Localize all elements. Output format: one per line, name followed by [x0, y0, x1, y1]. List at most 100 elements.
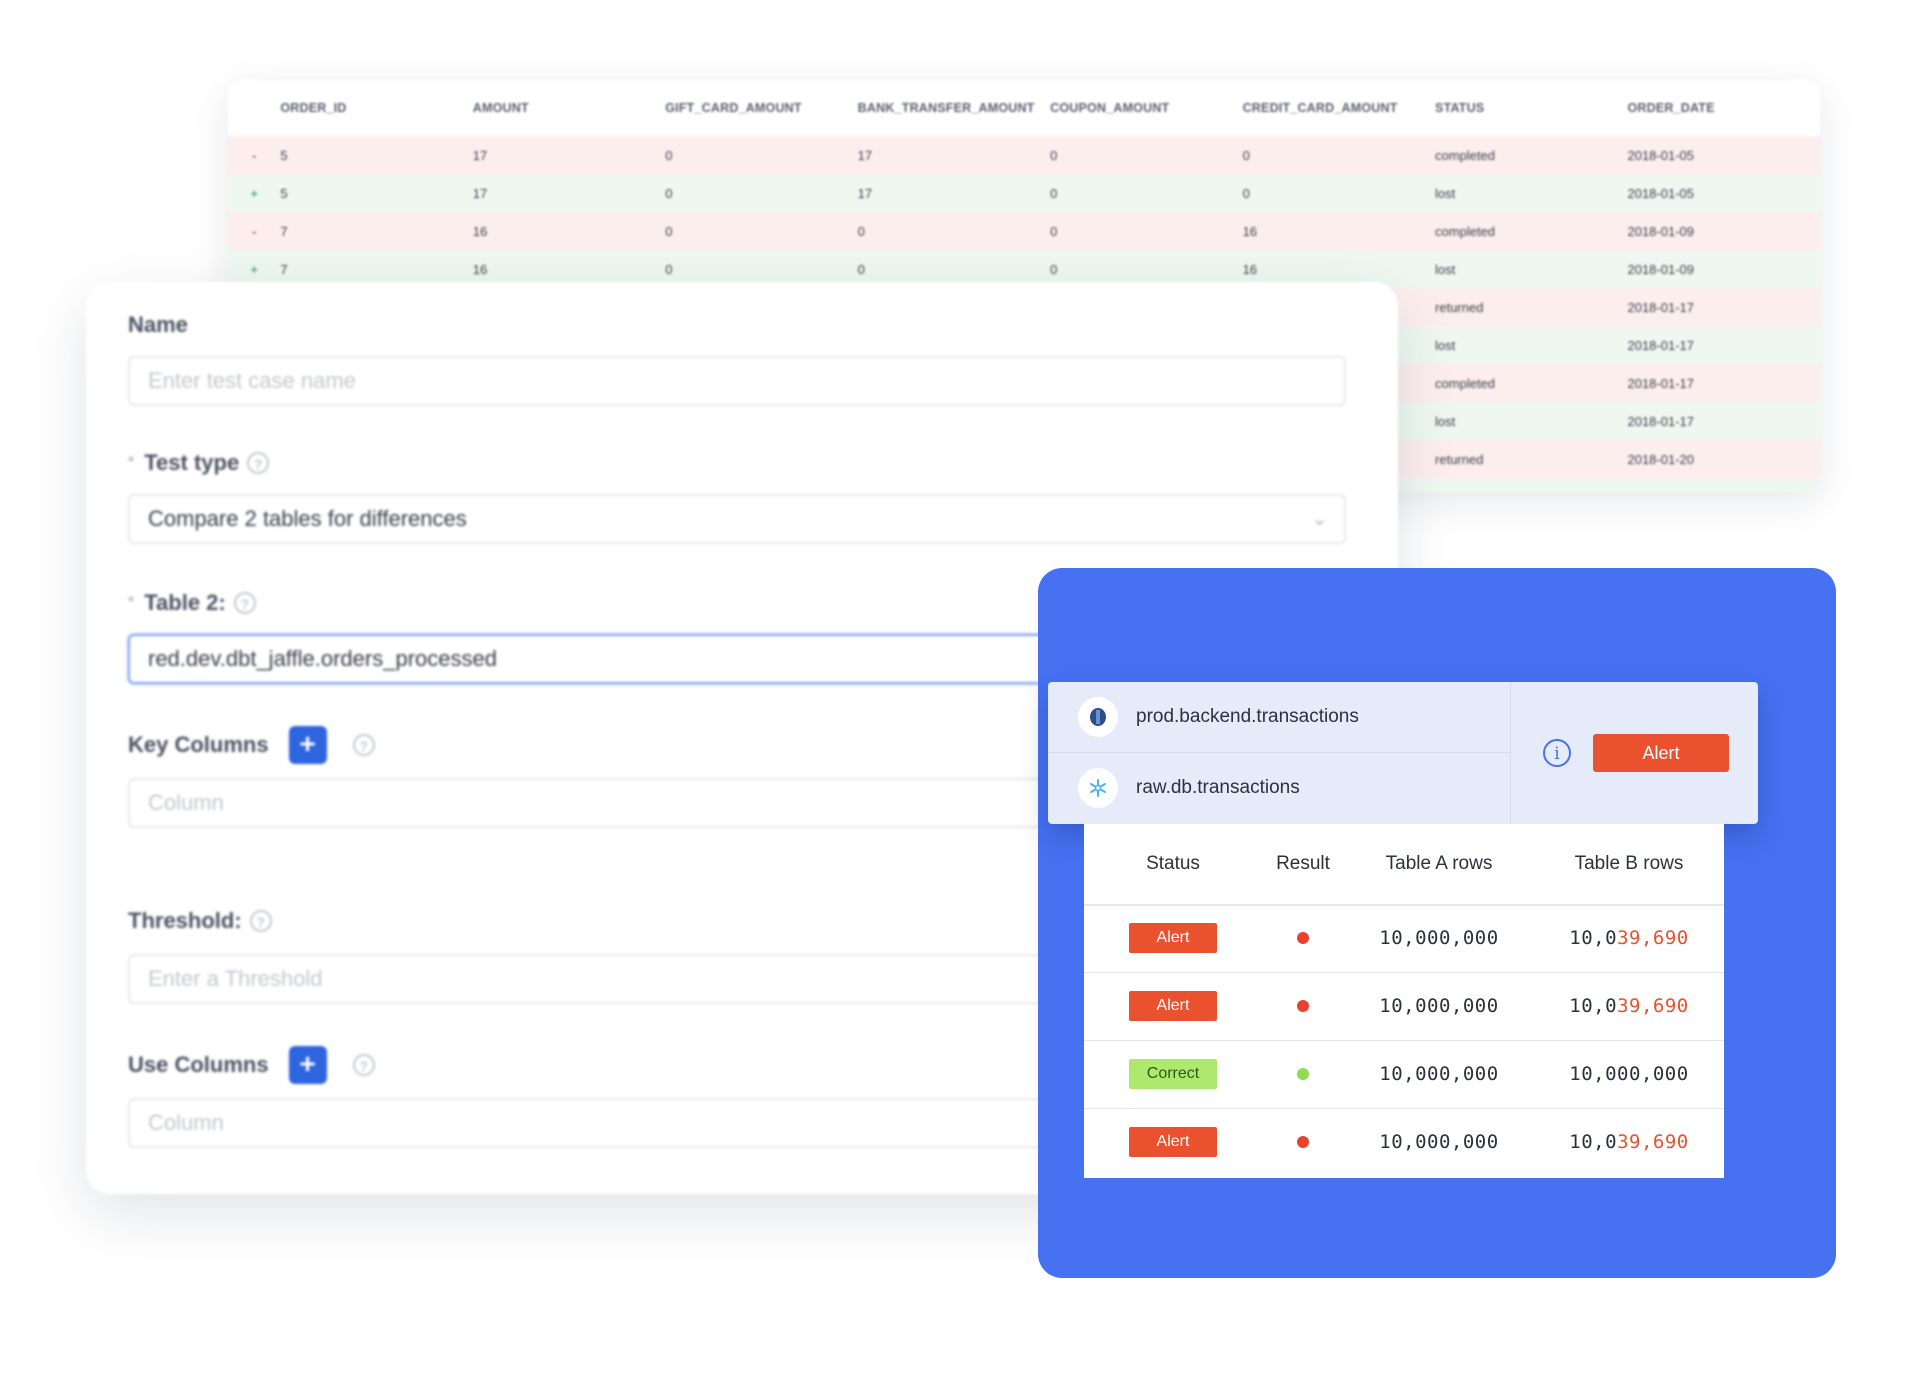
result-header: Result — [1276, 853, 1330, 874]
diff-table-cell: 0 — [857, 261, 865, 277]
diff-table-cell: 2018-01-09 — [1627, 261, 1694, 277]
diff-table-cell: lost — [1435, 261, 1456, 277]
help-icon[interactable]: ? — [247, 452, 270, 474]
table-a-rows-value: 10,000,000 — [1379, 927, 1499, 949]
diff-table-cell: lost — [1435, 337, 1456, 353]
result-row: Alert 10,000,000 10,039,690 — [1084, 1108, 1724, 1176]
table-a-rows-value: 10,000,000 — [1379, 995, 1499, 1017]
diff-table-cell: 0 — [1050, 261, 1058, 277]
diff-table-cell: returned — [1435, 299, 1484, 315]
diff-table-cell: 0 — [665, 147, 673, 163]
postgres-icon — [1078, 697, 1118, 737]
table2-value: red.dev.dbt_jaffle.orders_processed — [148, 646, 497, 671]
diff-table-cell: 2018-01-05 — [1627, 147, 1694, 163]
table-b-rows-prefix: 10,0 — [1569, 927, 1618, 949]
diff-table-cell: 2018-01-17 — [1627, 299, 1694, 315]
diff-table-cell: 0 — [665, 185, 673, 201]
status-badge: Alert — [1129, 991, 1217, 1021]
alert-button[interactable]: Alert — [1593, 734, 1729, 772]
diff-table-cell: 0 — [1050, 185, 1058, 201]
diff-table-cell: 16 — [1242, 261, 1258, 277]
diff-table-cell: 16 — [472, 223, 488, 239]
status-badge: Alert — [1129, 923, 1217, 953]
diff-table-cell: 2018-01-17 — [1627, 413, 1694, 429]
result-row: Alert 10,000,000 10,039,690 — [1084, 904, 1724, 973]
add-key-column-button[interactable]: + — [288, 726, 327, 764]
help-icon[interactable]: ? — [352, 734, 375, 756]
diff-table-cell: 16 — [1242, 223, 1258, 239]
removed-marker: - — [251, 147, 257, 163]
column-header: GIFT_CARD_AMOUNT — [665, 101, 802, 115]
test-type-label: * Test type ? — [128, 450, 270, 476]
test-type-select[interactable]: Compare 2 tables for differences ⌄ — [128, 494, 1346, 544]
table-a-rows-value: 10,000,000 — [1379, 1063, 1499, 1085]
result-dot-icon — [1297, 1136, 1309, 1148]
status-cell: Alert — [1084, 991, 1262, 1021]
result-cell — [1262, 1000, 1344, 1012]
table-comparison-card: prod.backend.transactions raw.db.transac… — [1048, 682, 1758, 824]
diff-table-header: ORDER_ID AMOUNT GIFT_CARD_AMOUNT BANK_TR… — [228, 80, 1820, 136]
source-row-a[interactable]: prod.backend.transactions — [1048, 682, 1510, 753]
diff-table-cell: 2018-01-17 — [1627, 337, 1694, 353]
status-header: Status — [1146, 853, 1200, 874]
help-icon[interactable]: ? — [233, 592, 256, 614]
diff-table-cell: returned — [1435, 451, 1484, 467]
diff-table-cell: 17 — [857, 185, 873, 201]
table-b-rows-prefix: 10,0 — [1569, 1131, 1618, 1153]
column-header: COUPON_AMOUNT — [1050, 101, 1170, 115]
info-icon[interactable]: i — [1543, 739, 1571, 767]
table-a-rows-header: Table A rows — [1385, 853, 1493, 874]
removed-marker: - — [251, 223, 257, 239]
diff-table-cell: 2018-01-17 — [1627, 375, 1694, 391]
status-cell: Alert — [1084, 923, 1262, 953]
comparison-actions: i Alert — [1510, 682, 1758, 824]
snowflake-icon — [1078, 768, 1118, 808]
result-dot-icon — [1297, 1068, 1309, 1080]
table-b-rows-value: 10,039,690 — [1534, 927, 1724, 949]
diff-table-cell: 5 — [280, 147, 288, 163]
diff-table-cell: 7 — [280, 223, 288, 239]
table-b-rows-value: 10,000,000 — [1534, 1063, 1724, 1085]
key-columns-label: Key Columns + ? — [128, 726, 375, 764]
diff-table-cell: 17 — [472, 147, 488, 163]
diff-table-cell: 17 — [857, 147, 873, 163]
name-input[interactable]: Enter test case name — [128, 356, 1346, 406]
test-type-value: Compare 2 tables for differences — [148, 506, 467, 531]
table-b-rows-diff: 39,690 — [1617, 927, 1689, 949]
column-header: AMOUNT — [472, 101, 529, 115]
source-row-b[interactable]: raw.db.transactions — [1048, 753, 1510, 823]
result-cell — [1262, 1136, 1344, 1148]
help-icon[interactable]: ? — [352, 1054, 375, 1076]
table-b-rows-prefix: 10,0 — [1569, 995, 1618, 1017]
diff-table-cell: 0 — [1050, 147, 1058, 163]
status-cell: Correct — [1084, 1059, 1262, 1089]
add-use-column-button[interactable]: + — [288, 1046, 327, 1084]
diff-table-cell: completed — [1435, 223, 1496, 239]
diff-table-cell: 0 — [665, 223, 673, 239]
source-list: prod.backend.transactions raw.db.transac… — [1048, 682, 1510, 824]
use-columns-label: Use Columns + ? — [128, 1046, 375, 1084]
table-b-rows-diff: 39,690 — [1617, 1131, 1689, 1153]
diff-table-row: +5 17 0 17 0 0 lost 2018-01-05 — [228, 174, 1820, 212]
column-header: ORDER_DATE — [1627, 101, 1715, 115]
table-a-rows-value: 10,000,000 — [1379, 1131, 1499, 1153]
status-cell: Alert — [1084, 1127, 1262, 1157]
diff-table-cell: 0 — [1242, 147, 1250, 163]
result-dot-icon — [1297, 932, 1309, 944]
help-icon[interactable]: ? — [249, 910, 272, 932]
diff-table-row: - 5 17 0 17 0 0 completed 2018-01-05 — [228, 136, 1820, 174]
table-b-rows-diff: 39,690 — [1617, 995, 1689, 1017]
source-b-name: raw.db.transactions — [1136, 777, 1300, 798]
table-b-rows-value: 10,039,690 — [1534, 995, 1724, 1017]
result-row: Alert 10,000,000 10,039,690 — [1084, 972, 1724, 1041]
diff-table-cell: 7 — [280, 261, 288, 277]
diff-table-cell: 2018-01-20 — [1627, 490, 1819, 493]
source-a-name: prod.backend.transactions — [1136, 706, 1359, 727]
diff-table-cell: 0 — [857, 223, 865, 239]
status-badge: Correct — [1129, 1059, 1217, 1089]
table2-label: * Table 2: ? — [128, 590, 256, 616]
column-header: CREDIT_CARD_AMOUNT — [1242, 101, 1398, 115]
name-placeholder: Enter test case name — [148, 368, 356, 393]
diff-table-cell: lost — [1435, 490, 1627, 493]
threshold-label: Threshold: ? — [128, 908, 272, 934]
